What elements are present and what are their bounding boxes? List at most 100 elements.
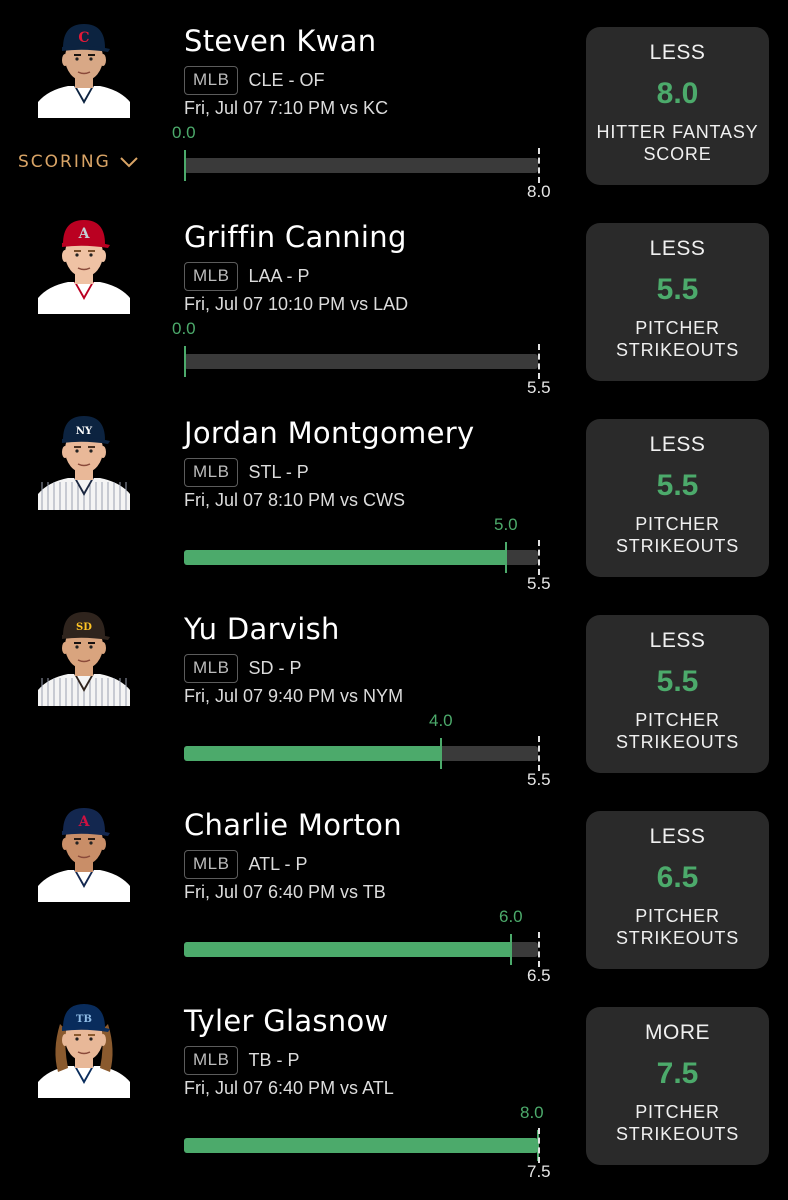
player-headshot: C <box>38 14 130 118</box>
projection-value: 6.5 <box>656 861 699 894</box>
progress-fill <box>184 1138 538 1153</box>
league-badge: MLB <box>184 654 239 683</box>
scoring-toggle[interactable]: SCORING <box>18 152 139 172</box>
team-position: CLE - OF <box>248 70 325 90</box>
team-position: STL - P <box>248 462 309 482</box>
game-info: Fri, Jul 07 8:10 PM vs CWS <box>184 490 406 510</box>
projection-value: 5.5 <box>656 665 699 698</box>
svg-text:C: C <box>78 30 89 46</box>
pick-row: A Griffin Canning MLB LAA - P Fri, Jul 07 10… <box>0 196 788 397</box>
actual-value-label: 0.0 <box>172 319 196 338</box>
actual-marker <box>184 346 186 377</box>
pick-row: SD Yu Darvish MLB SD - P Fri, Jul 07 9:40 PM… <box>0 588 788 789</box>
svg-text:A: A <box>78 814 91 830</box>
pick-card[interactable]: MORE 7.5 PITCHER STRIKEOUTS <box>586 1007 769 1165</box>
projection-value: 7.5 <box>656 1057 699 1090</box>
actual-marker <box>510 934 512 965</box>
pick-card[interactable]: LESS 5.5 PITCHER STRIKEOUTS <box>586 615 769 773</box>
projection-value: 5.5 <box>656 273 699 306</box>
svg-text:NY: NY <box>76 426 93 437</box>
pick-row: C SCORING Steven Kwan MLB CLE - OF Fri, Jul 0… <box>0 0 788 201</box>
pick-direction: LESS <box>649 237 706 260</box>
pick-direction: MORE <box>645 1021 710 1044</box>
player-name: Griffin Canning <box>184 220 407 254</box>
stat-type: PITCHER STRIKEOUTS <box>586 513 769 557</box>
player-name: Charlie Morton <box>184 808 402 842</box>
player-meta: MLB TB - P <box>184 1046 299 1075</box>
player-name: Yu Darvish <box>184 612 340 646</box>
projection-value: 5.5 <box>656 469 699 502</box>
scoring-label: SCORING <box>18 152 111 172</box>
actual-marker <box>505 542 507 573</box>
league-badge: MLB <box>184 1046 239 1075</box>
game-info: Fri, Jul 07 9:40 PM vs NYM <box>184 686 404 706</box>
stat-type-line2: STRIKEOUTS <box>615 536 739 556</box>
stat-type: PITCHER STRIKEOUTS <box>586 905 769 949</box>
stat-type-line1: PITCHER <box>635 514 720 534</box>
game-info: Fri, Jul 07 6:40 PM vs ATL <box>184 1078 394 1098</box>
actual-value-label: 4.0 <box>429 711 453 730</box>
stat-type: PITCHER STRIKEOUTS <box>586 317 769 361</box>
actual-value-label: 0.0 <box>172 123 196 142</box>
player-headshot: A <box>38 798 130 902</box>
player-meta: MLB ATL - P <box>184 850 307 879</box>
progress-fill <box>184 550 506 565</box>
chevron-down-icon <box>119 156 139 168</box>
league-badge: MLB <box>184 458 239 487</box>
pick-row: NY Jordan Montgomery MLB STL - P Fri, Jul 07… <box>0 392 788 593</box>
line-marker <box>538 344 540 379</box>
pick-card[interactable]: LESS 5.5 PITCHER STRIKEOUTS <box>586 223 769 381</box>
team-position: SD - P <box>248 658 302 678</box>
player-name: Steven Kwan <box>184 24 377 58</box>
pick-card[interactable]: LESS 6.5 PITCHER STRIKEOUTS <box>586 811 769 969</box>
pick-direction: LESS <box>649 41 706 64</box>
pick-row: TB Tyler Glasnow MLB TB - P Fri, Jul 07 6:40… <box>0 980 788 1181</box>
actual-marker <box>440 738 442 769</box>
game-info: Fri, Jul 07 7:10 PM vs KC <box>184 98 389 118</box>
player-name: Jordan Montgomery <box>184 416 475 450</box>
svg-text:SD: SD <box>76 622 92 633</box>
progress-fill <box>184 942 511 957</box>
progress-track <box>184 158 538 173</box>
player-headshot: A <box>38 210 130 314</box>
progress-fill <box>184 746 441 761</box>
progress-bar <box>184 1128 540 1163</box>
progress-bar <box>184 344 540 379</box>
pick-card[interactable]: LESS 5.5 PITCHER STRIKEOUTS <box>586 419 769 577</box>
pick-card[interactable]: LESS 8.0 HITTER FANTASY SCORE <box>586 27 769 185</box>
team-position: TB - P <box>248 1050 300 1070</box>
actual-value-label: 8.0 <box>520 1103 544 1122</box>
progress-track <box>184 354 538 369</box>
league-badge: MLB <box>184 850 239 879</box>
actual-marker <box>184 150 186 181</box>
player-meta: MLB STL - P <box>184 458 309 487</box>
stat-type-line2: STRIKEOUTS <box>615 928 739 948</box>
stat-type: PITCHER STRIKEOUTS <box>586 709 769 753</box>
stat-type-line1: PITCHER <box>635 318 720 338</box>
pick-direction: LESS <box>649 433 706 456</box>
league-badge: MLB <box>184 66 239 95</box>
stat-type-line1: PITCHER <box>635 906 720 926</box>
stat-type-line1: PITCHER <box>635 1102 720 1122</box>
stat-type-line2: SCORE <box>643 144 712 164</box>
stat-type-line1: HITTER FANTASY <box>596 122 759 142</box>
player-headshot: SD <box>38 602 130 706</box>
game-info: Fri, Jul 07 6:40 PM vs TB <box>184 882 386 902</box>
player-meta: MLB CLE - OF <box>184 66 324 95</box>
svg-text:TB: TB <box>76 1014 92 1025</box>
player-headshot: NY <box>38 406 130 510</box>
line-marker <box>538 736 540 771</box>
stat-type-line2: STRIKEOUTS <box>615 340 739 360</box>
stat-type-line2: STRIKEOUTS <box>615 732 739 752</box>
line-marker <box>538 932 540 967</box>
actual-value-label: 5.0 <box>494 515 518 534</box>
team-position: ATL - P <box>248 854 308 874</box>
pick-row: A Charlie Morton MLB ATL - P Fri, Jul 07 6:4… <box>0 784 788 985</box>
progress-bar <box>184 932 540 967</box>
progress-bar <box>184 540 540 575</box>
line-marker <box>538 540 540 575</box>
player-headshot: TB <box>38 994 130 1098</box>
projection-value: 8.0 <box>656 77 699 110</box>
line-value-label: 7.5 <box>527 1162 551 1181</box>
stat-type: PITCHER STRIKEOUTS <box>586 1101 769 1145</box>
